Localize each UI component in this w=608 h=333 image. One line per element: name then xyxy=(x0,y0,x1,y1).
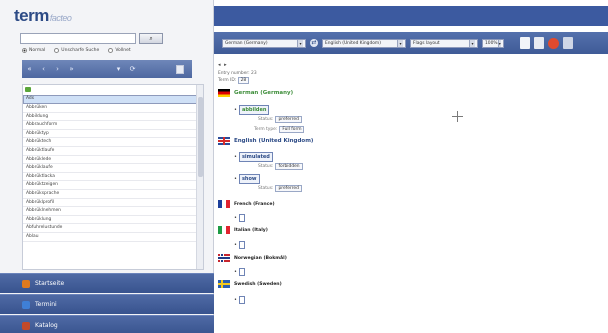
layout-select[interactable]: Flags layout ▾ xyxy=(410,38,478,48)
term-list-item[interactable]: Ads xyxy=(23,95,197,104)
app-logo: termfacteo xyxy=(14,6,72,25)
term-empty[interactable]: • xyxy=(234,268,245,276)
term-list-item[interactable]: Abbrüklprofil xyxy=(23,199,197,208)
term-list-item[interactable]: Abbrüklnehmen xyxy=(23,207,197,216)
entry-meta: Entry number: 23 Term ID: 28 xyxy=(218,71,257,84)
search-input[interactable] xyxy=(20,33,136,44)
term-list-item[interactable]: Abbrüktlacka xyxy=(23,173,197,182)
folder-icon xyxy=(25,87,31,92)
term-empty[interactable]: • xyxy=(234,296,245,304)
home-icon xyxy=(22,279,30,288)
term-list-item[interactable]: Abbrüklaufe xyxy=(23,164,197,173)
term-type: Term type: Full form xyxy=(254,126,305,133)
list-toolbar: « ‹ › » ▾ ⟳ xyxy=(22,60,192,78)
next-icon[interactable]: › xyxy=(54,65,61,73)
search-icon: ⌕ xyxy=(149,34,153,42)
term-empty[interactable]: • xyxy=(234,241,245,249)
first-icon[interactable]: « xyxy=(26,65,33,73)
term-abbilden[interactable]: • abbilden xyxy=(234,105,270,115)
language-swedish: Swedish (Sweden) xyxy=(218,280,282,288)
norway-flag-icon xyxy=(218,254,230,262)
term-status: Status: preferred xyxy=(258,185,302,192)
france-flag-icon xyxy=(218,200,230,208)
source-language-select[interactable]: German (Germany) ▾ xyxy=(222,38,306,48)
termfactory-app: termfacteo ⌕ Normal Unscharfe Suche Voll… xyxy=(0,0,608,333)
nav-item-katalog[interactable]: Katalog xyxy=(0,315,214,333)
entry-toolbar: German (Germany) ▾ ⇄ English (United King… xyxy=(214,32,608,54)
term-status: Status: forbidden xyxy=(258,163,303,170)
term-list-item[interactable]: Abbrüktyp xyxy=(23,130,197,139)
swap-languages-icon[interactable]: ⇄ xyxy=(310,39,318,47)
term-list-item[interactable]: Abbrüktech xyxy=(23,138,197,147)
language-english: English (United Kingdom) xyxy=(218,137,313,145)
uk-flag-icon xyxy=(218,137,230,145)
term-status: Status: preferred xyxy=(258,116,302,123)
term-list-item[interactable]: Abfuhrelustunde xyxy=(23,224,197,233)
search-mode-normal[interactable]: Normal xyxy=(22,48,45,53)
language-german: German (Germany) xyxy=(218,89,293,97)
language-italian: Italian (Italy) xyxy=(218,226,268,234)
term-list-item[interactable]: Ablau xyxy=(23,233,197,242)
term-list-item[interactable]: Abbrüklung xyxy=(23,216,197,225)
term-empty[interactable]: • xyxy=(234,214,245,222)
term-list-item[interactable]: Abbildung xyxy=(23,113,197,122)
crosshair-cursor-icon xyxy=(452,111,463,122)
term-list-item[interactable]: Abbrüklede xyxy=(23,156,197,165)
term-show[interactable]: • show xyxy=(234,174,260,184)
left-panel: termfacteo ⌕ Normal Unscharfe Suche Voll… xyxy=(0,0,214,333)
target-language-select[interactable]: English (United Kingdom) ▾ xyxy=(322,38,406,48)
entry-view: ◂ ▸ Entry number: 23 Term ID: 28 German … xyxy=(214,60,608,333)
zoom-select[interactable]: 100% ▾ xyxy=(482,38,504,48)
term-list-item[interactable]: Abbrauchform xyxy=(23,121,197,130)
search-mode-fuzzy[interactable]: Unscharfe Suche xyxy=(54,48,99,53)
search-button[interactable]: ⌕ xyxy=(139,33,163,44)
italy-flag-icon xyxy=(218,226,230,234)
search-mode-options: Normal Unscharfe Suche Vollnet xyxy=(22,48,131,53)
header-bar xyxy=(214,6,608,26)
terms-icon xyxy=(22,300,30,309)
term-list-item[interactable]: Abbrüksprache xyxy=(23,190,197,199)
entry-nav-arrows[interactable]: ◂ ▸ xyxy=(218,62,228,68)
term-list-items: Ads Abbrüken Abbildung Abbrauchform Abbrükty… xyxy=(23,95,197,242)
germany-flag-icon xyxy=(218,89,230,97)
search-row: ⌕ xyxy=(20,33,164,45)
catalog-icon xyxy=(22,321,30,330)
new-document-icon[interactable] xyxy=(520,37,530,49)
term-list-item[interactable]: Abbrüktlaufe xyxy=(23,147,197,156)
nav-item-startseite[interactable]: Startseite xyxy=(0,273,214,293)
list-scrollbar[interactable] xyxy=(196,85,203,269)
term-list-item[interactable]: Abbrüktzeigen xyxy=(23,181,197,190)
settings-icon[interactable]: ▾ xyxy=(115,65,122,73)
refresh-icon[interactable]: ⟳ xyxy=(129,65,136,73)
calendar-icon[interactable] xyxy=(176,64,184,74)
term-list: Ads Abbrüken Abbildung Abbrauchform Abbrükty… xyxy=(22,84,204,270)
last-icon[interactable]: » xyxy=(68,65,75,73)
term-list-item[interactable]: Abbrüken xyxy=(23,104,197,113)
language-french: French (France) xyxy=(218,200,275,208)
list-header xyxy=(23,85,203,94)
language-norwegian: Norwegian (Bokmål) xyxy=(218,254,287,262)
delete-icon[interactable] xyxy=(548,37,559,49)
edit-document-icon[interactable] xyxy=(534,37,544,49)
print-icon[interactable] xyxy=(563,37,573,49)
sweden-flag-icon xyxy=(218,280,230,288)
nav-item-termini[interactable]: Termini xyxy=(0,294,214,314)
previous-icon[interactable]: ‹ xyxy=(40,65,47,73)
term-simulated[interactable]: • simulated xyxy=(234,152,273,162)
search-mode-fulltext[interactable]: Vollnet xyxy=(108,48,131,53)
